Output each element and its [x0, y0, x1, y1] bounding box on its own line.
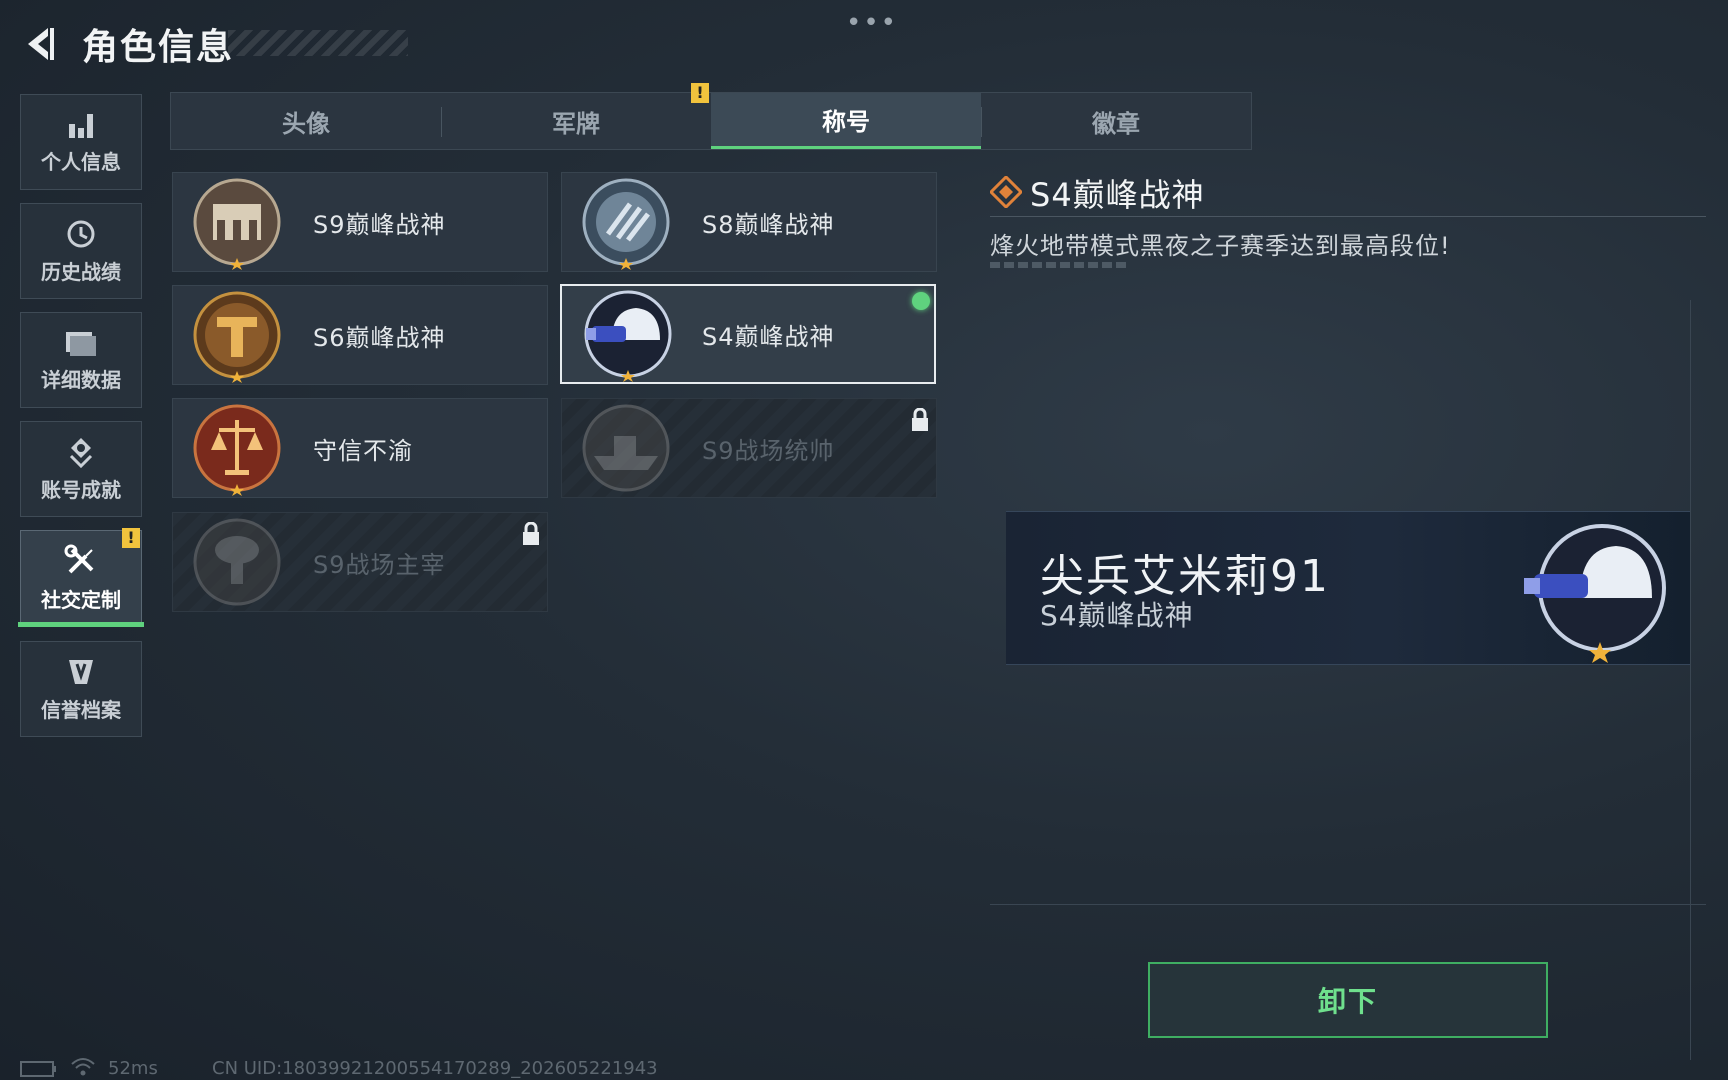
- lock-icon: [912, 408, 928, 431]
- divider: [990, 904, 1706, 905]
- sidebar-item-personal-info[interactable]: 个人信息: [20, 94, 142, 190]
- sidebar-item-credit-file[interactable]: 信誉档案: [20, 641, 142, 737]
- scales-emblem-icon: [193, 404, 281, 496]
- title-name: S8巅峰战神: [702, 210, 835, 239]
- achievement-icon: [69, 437, 93, 468]
- slash-emblem-icon: [582, 178, 670, 270]
- tab-dogtag[interactable]: 军牌: [441, 93, 711, 149]
- sidebar-item-history[interactable]: 历史战绩: [20, 203, 142, 299]
- divider: [1690, 300, 1691, 1060]
- title-card-s6[interactable]: S6巅峰战神: [172, 285, 548, 385]
- decorative-dashes: [990, 262, 1126, 268]
- detail-title: S4巅峰战神: [1030, 176, 1205, 214]
- ping-readout: 52ms: [108, 1058, 158, 1079]
- wifi-icon: [71, 1058, 95, 1076]
- title-name: 守信不渝: [313, 436, 413, 465]
- battery-icon: [20, 1061, 56, 1077]
- title-card-s9-commander[interactable]: S9战场统帅: [561, 398, 937, 498]
- title-card-s8[interactable]: S8巅峰战神: [561, 172, 937, 272]
- back-arrow-icon[interactable]: [20, 24, 60, 64]
- warning-badge: !: [691, 83, 709, 103]
- uid-readout: CN UID:1803992120055417​0289_20260522194…: [212, 1058, 658, 1079]
- sidebar-item-achievements[interactable]: 账号成就: [20, 421, 142, 517]
- title-card-s9-dominator[interactable]: S9战场主宰: [172, 512, 548, 612]
- divider: [990, 216, 1706, 217]
- sidebar-item-label: 信誉档案: [41, 697, 121, 722]
- title-card-s9[interactable]: S9巅峰战神: [172, 172, 548, 272]
- bar-chart-icon: [69, 113, 93, 138]
- tab-avatar[interactable]: 头像: [171, 93, 441, 149]
- shield-icon: [69, 659, 93, 684]
- tab-title[interactable]: 称号: [711, 93, 981, 149]
- title-card-trustworthy[interactable]: 守信不渝: [172, 398, 548, 498]
- tab-badge[interactable]: 徽章: [981, 93, 1251, 149]
- page-title: 角色信息: [82, 27, 235, 68]
- category-tabs: 头像 军牌 称号 徽章: [170, 92, 1252, 150]
- title-decoration: [228, 30, 408, 56]
- preview-title: S4巅峰战神: [1040, 599, 1194, 632]
- title-name: S9巅峰战神: [313, 210, 446, 239]
- tools-icon: [64, 544, 94, 573]
- helmet-emblem-icon: [584, 290, 672, 382]
- diamond-title-icon: [990, 176, 1022, 208]
- lock-icon: [523, 522, 539, 545]
- sidebar-item-label: 详细数据: [41, 367, 121, 392]
- title-name: S9战场主宰: [313, 550, 446, 579]
- title-card-s4[interactable]: S4巅峰战神: [560, 284, 936, 384]
- active-indicator: [18, 622, 144, 627]
- title-name: S6巅峰战神: [313, 323, 446, 352]
- mushroom-cloud-emblem-icon: [193, 518, 281, 606]
- detail-description: 烽火地带模式黑夜之子赛季达到最高段位!: [990, 232, 1451, 260]
- title-name: S9战场统帅: [702, 436, 835, 465]
- sidebar-item-label: 历史战绩: [41, 259, 121, 284]
- sidebar-item-detailed-data[interactable]: 详细数据: [20, 312, 142, 408]
- t-emblem-icon: [193, 291, 281, 383]
- title-name: S4巅峰战神: [702, 322, 835, 351]
- sidebar-item-label: 账号成就: [41, 477, 121, 502]
- helmet-emblem-icon: [1524, 524, 1666, 663]
- equipped-indicator: [912, 292, 930, 310]
- sidebar-item-label: 社交定制: [41, 587, 121, 612]
- fortress-emblem-icon: [193, 178, 281, 270]
- folder-icon: [66, 331, 96, 356]
- unequip-button[interactable]: 卸下: [1148, 962, 1548, 1038]
- warning-badge: !: [122, 528, 140, 548]
- warship-emblem-icon: [582, 404, 670, 492]
- more-options-icon[interactable]: •••: [846, 8, 898, 38]
- sidebar-item-label: 个人信息: [41, 149, 121, 174]
- history-icon: [67, 220, 95, 247]
